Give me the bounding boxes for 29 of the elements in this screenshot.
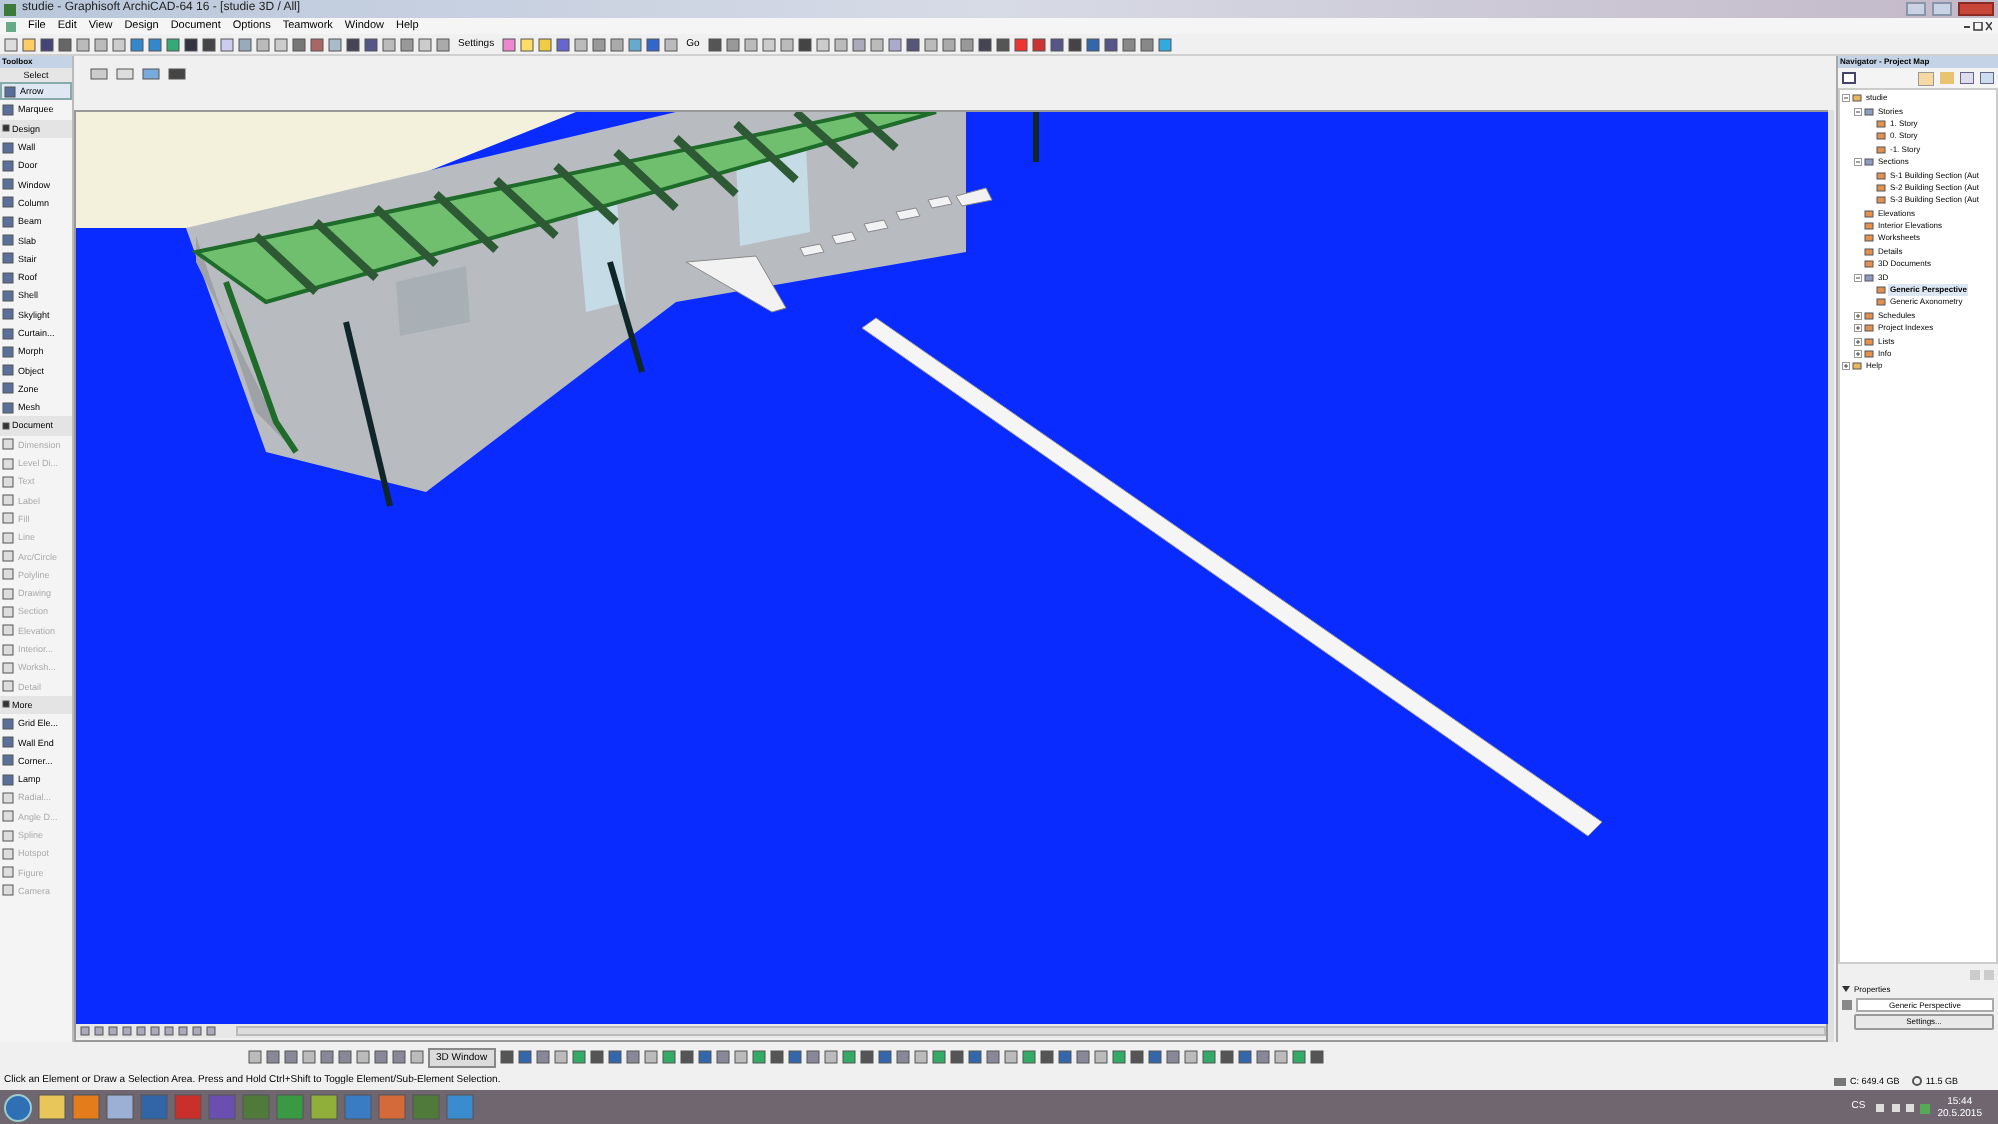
collapse-icon[interactable] — [1854, 107, 1862, 116]
vertical-scrollbar[interactable] — [1828, 110, 1834, 1042]
3d-viewport[interactable] — [76, 112, 1830, 1024]
collapse-icon[interactable] — [1842, 94, 1850, 103]
folder-icon — [1864, 158, 1874, 167]
window-controls-icon[interactable] — [1964, 21, 1992, 31]
collapse-arrow-icon[interactable] — [1842, 986, 1850, 994]
expand-icon[interactable] — [1842, 362, 1850, 371]
collapse-icon[interactable] — [1854, 273, 1862, 282]
view-map-icon[interactable] — [1842, 72, 1858, 84]
taskbar-app-icon[interactable] — [106, 1094, 134, 1120]
tray-icons[interactable] — [1871, 1101, 1932, 1113]
view-icon — [1842, 1000, 1852, 1010]
taskbar-app-icon[interactable] — [72, 1094, 100, 1120]
folder-icon — [1864, 273, 1874, 282]
taskbar-app-icon[interactable] — [310, 1094, 338, 1120]
memory-icon — [1911, 1076, 1922, 1086]
expand-icon[interactable] — [1854, 350, 1862, 358]
expand-icon[interactable] — [1854, 337, 1862, 346]
expand-icon[interactable] — [1854, 324, 1862, 333]
layout-icon[interactable] — [1960, 72, 1974, 84]
start-button[interactable] — [4, 1093, 32, 1121]
collapse-icon[interactable] — [1854, 158, 1862, 167]
taskbar-app-icon[interactable] — [38, 1094, 66, 1120]
expand-icon[interactable] — [1854, 311, 1862, 320]
horizontal-scrollbar[interactable] — [236, 1026, 1826, 1036]
minimize-button[interactable] — [1906, 2, 1926, 16]
maximize-button[interactable] — [1932, 2, 1952, 16]
publisher-icon[interactable] — [1980, 72, 1994, 84]
